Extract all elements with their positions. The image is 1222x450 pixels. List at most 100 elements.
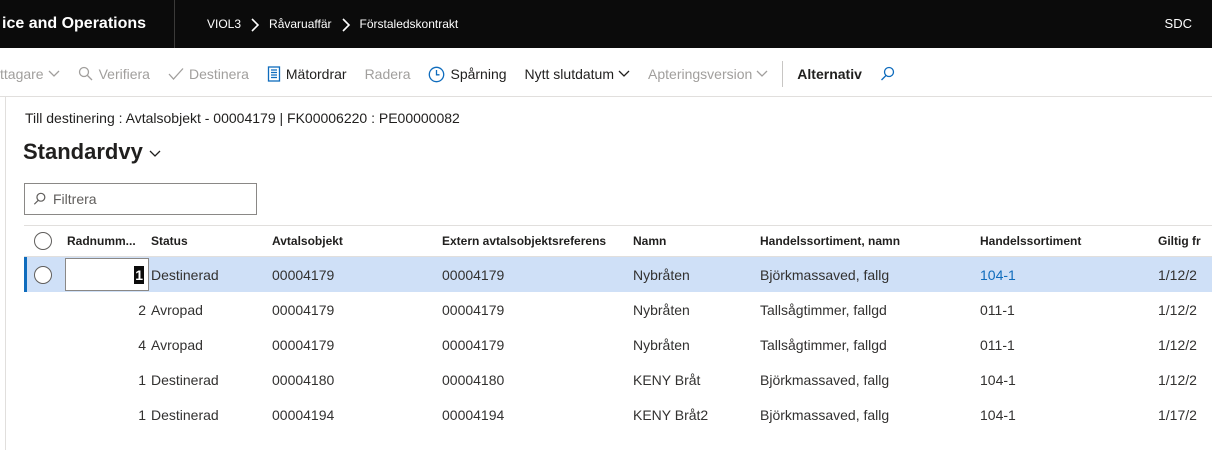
cell-namn: KENY Bråt <box>633 371 701 388</box>
cell-row-number: 4 <box>138 336 146 353</box>
cell-valid-from: 1/12/2 <box>1158 301 1197 318</box>
company-picker[interactable]: SDC <box>1165 0 1192 48</box>
toolbar-label: Destinera <box>188 66 249 82</box>
document-list-icon <box>267 66 281 82</box>
search-icon <box>33 192 46 205</box>
toolbar-label: ttagare <box>0 66 44 82</box>
cell-namn: Nybråten <box>633 336 690 353</box>
column-header-assortment[interactable]: Handelssortiment <box>980 226 1140 256</box>
cell-avtalsobjekt: 00004180 <box>272 371 335 388</box>
aptering-version-menu[interactable]: Apteringsversion <box>648 66 768 82</box>
cell-status: Destinerad <box>151 371 219 388</box>
cell-valid-from: 1/12/2 <box>1158 266 1197 283</box>
toolbar-button-ttagare[interactable]: ttagare <box>0 66 60 82</box>
table-row[interactable]: 1 Destinerad 00004180 00004180 KENY Bråt… <box>24 362 1212 397</box>
toolbar-label: Alternativ <box>797 66 862 82</box>
options-tab[interactable]: Alternativ <box>797 66 862 82</box>
breadcrumb-item-page[interactable]: Förstaledskontrakt <box>360 17 459 31</box>
breadcrumb-item-module[interactable]: Råvaruaffär <box>269 17 331 31</box>
cell-status: Destinerad <box>151 266 219 283</box>
verify-button[interactable]: Verifiera <box>78 66 150 82</box>
delete-button[interactable]: Radera <box>365 66 411 82</box>
view-name: Standardvy <box>23 139 143 164</box>
cell-assortment-name: Björkmassaved, fallg <box>760 266 890 283</box>
clock-icon <box>429 66 445 82</box>
select-all-checkbox[interactable] <box>34 226 58 256</box>
cell-namn: Nybråten <box>633 266 690 283</box>
cell-valid-from: 1/12/2 <box>1158 371 1197 388</box>
radio-circle-icon <box>34 265 52 284</box>
view-selector[interactable]: Standardvy <box>23 139 161 165</box>
chevron-right-icon <box>241 16 269 32</box>
toolbar-search-button[interactable] <box>880 66 901 82</box>
data-grid: Radnumm... Status Avtalsobjekt Extern av… <box>24 225 1212 432</box>
cell-avtalsobjekt: 00004194 <box>272 406 335 423</box>
search-icon <box>78 66 93 81</box>
chevron-down-icon <box>149 150 161 157</box>
search-icon <box>880 66 895 81</box>
table-row[interactable]: 1 Destinerad 00004179 00004179 Nybråten … <box>24 257 1212 292</box>
radio-circle-icon <box>34 232 52 250</box>
navbar-divider <box>174 0 175 48</box>
cell-assortment-name: Björkmassaved, fallg <box>760 406 890 423</box>
measure-orders-button[interactable]: Mätordrar <box>267 66 347 82</box>
destine-button[interactable]: Destinera <box>168 66 249 82</box>
cell-namn: Nybråten <box>633 301 690 318</box>
selection-indicator <box>24 257 27 292</box>
tracking-button[interactable]: Spårning <box>428 66 507 83</box>
cell-extern-reference: 00004179 <box>442 301 505 318</box>
row-number-value: 1 <box>134 265 144 284</box>
toolbar-label: Mätordrar <box>285 66 347 82</box>
column-header-namn[interactable]: Namn <box>633 226 753 256</box>
table-row[interactable]: 4 Avropad 00004179 00004179 Nybråten Tal… <box>24 327 1212 362</box>
grid-header: Radnumm... Status Avtalsobjekt Extern av… <box>24 225 1212 257</box>
cell-assortment-link[interactable]: 104-1 <box>980 257 1140 292</box>
cell-avtalsobjekt: 00004179 <box>272 301 335 318</box>
cell-avtalsobjekt: 00004179 <box>272 266 335 283</box>
action-toolbar: ttagare Verifiera Destinera Mätordrar Ra… <box>0 52 1212 96</box>
column-header-valid-from[interactable]: Giltig fr <box>1158 226 1218 256</box>
cell-valid-from: 1/17/2 <box>1158 406 1197 423</box>
cell-extern-reference: 00004179 <box>442 336 505 353</box>
app-title[interactable]: ice and Operations <box>0 0 174 48</box>
cell-assortment-name: Tallsågtimmer, fallgd <box>760 336 887 353</box>
toolbar-label: Radera <box>364 66 411 82</box>
cell-extern-reference: 00004180 <box>442 371 505 388</box>
cell-status: Avropad <box>151 336 203 353</box>
cell-extern-reference: 00004194 <box>442 406 505 423</box>
toolbar-label: Nytt slutdatum <box>524 66 615 82</box>
checkmark-icon <box>168 68 184 80</box>
column-header-status[interactable]: Status <box>151 226 266 256</box>
chevron-right-icon <box>332 16 360 32</box>
cell-row-number: 1 <box>138 371 146 388</box>
cell-extern-reference: 00004179 <box>442 266 505 283</box>
filter-placeholder: Filtrera <box>53 191 97 207</box>
cell-assortment: 104-1 <box>980 406 1016 423</box>
row-select-radio[interactable] <box>34 257 58 292</box>
toolbar-label: Spårning <box>450 66 507 82</box>
cell-avtalsobjekt: 00004179 <box>272 336 335 353</box>
cell-status: Destinerad <box>151 406 219 423</box>
cell-namn: KENY Bråt2 <box>633 406 709 423</box>
cell-assortment: 011-1 <box>980 336 1015 353</box>
cell-assortment: 104-1 <box>980 371 1016 388</box>
row-number-input[interactable]: 1 <box>65 258 149 291</box>
record-caption: Till destinering : Avtalsobjekt - 000041… <box>25 110 460 126</box>
table-row[interactable]: 2 Avropad 00004179 00004179 Nybråten Tal… <box>24 292 1212 327</box>
column-header-avtalsobjekt[interactable]: Avtalsobjekt <box>272 226 432 256</box>
column-header-assortment-name[interactable]: Handelssortiment, namn <box>760 226 980 256</box>
cell-row-number: 1 <box>138 406 146 423</box>
breadcrumb-item-company[interactable]: VIOL3 <box>207 17 241 31</box>
cell-assortment-name: Björkmassaved, fallg <box>760 371 890 388</box>
cell-row-number: 2 <box>138 301 146 318</box>
chevron-down-icon <box>618 70 630 77</box>
new-end-date-menu[interactable]: Nytt slutdatum <box>525 66 630 82</box>
chevron-down-icon <box>756 70 768 77</box>
table-row[interactable]: 1 Destinerad 00004194 00004194 KENY Bråt… <box>24 397 1212 432</box>
toolbar-label: Apteringsversion <box>648 66 753 82</box>
column-header-extern-reference[interactable]: Extern avtalsobjektsreferens <box>442 226 622 256</box>
filter-input[interactable]: Filtrera <box>24 183 257 215</box>
cell-assortment: 011-1 <box>980 301 1015 318</box>
column-header-row-number[interactable]: Radnumm... <box>67 226 147 256</box>
cell-assortment-name: Tallsågtimmer, fallgd <box>760 301 887 318</box>
